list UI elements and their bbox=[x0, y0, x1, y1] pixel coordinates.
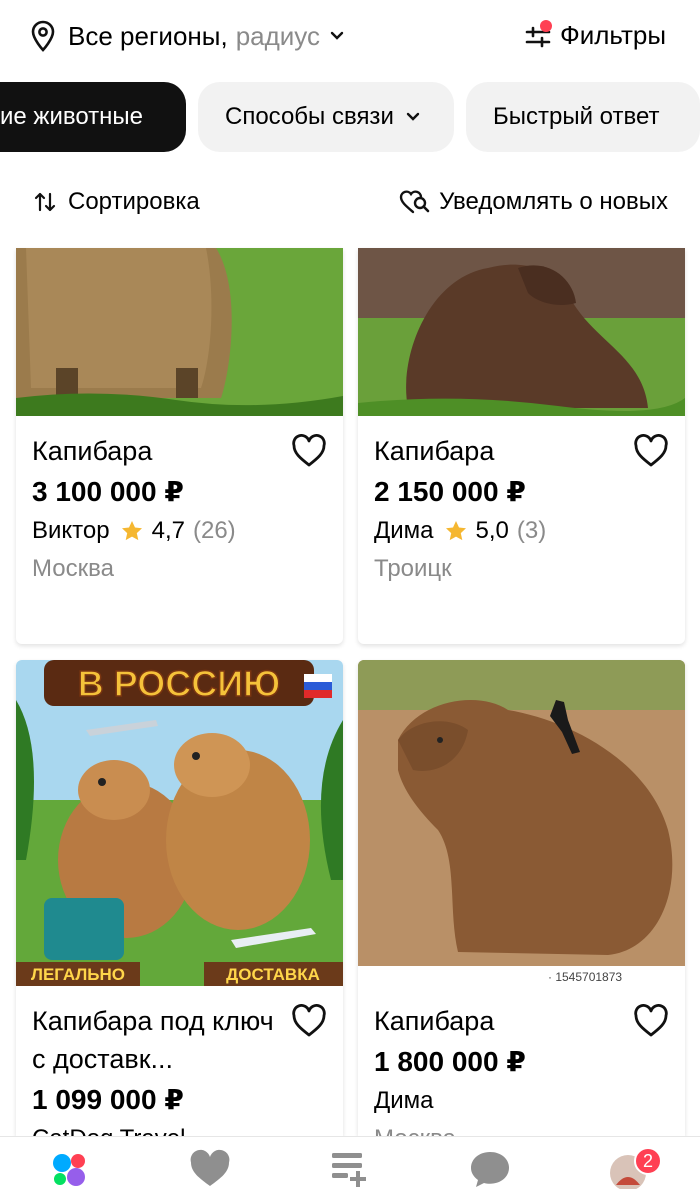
post-ad-icon[interactable] bbox=[328, 1149, 372, 1189]
top-bar: Все регионы, радиус Фильтры bbox=[0, 0, 700, 76]
chip-label: Быстрый ответ bbox=[493, 103, 660, 130]
sort-bar: Сортировка Уведомлять о новых bbox=[0, 180, 700, 230]
listing-photo[interactable] bbox=[358, 248, 685, 416]
bottom-tab-bar bbox=[0, 1136, 700, 1190]
filter-chips: ие животные Способы связи Быстрый ответ bbox=[0, 82, 700, 152]
capybara-ad-illustration: В РОССИЮ ЛЕГАЛЬНО ДОСТАВКА bbox=[16, 660, 343, 986]
favorite-heart-icon[interactable] bbox=[291, 434, 327, 468]
messages-icon[interactable] bbox=[468, 1149, 512, 1189]
chip-contact-methods[interactable]: Способы связи bbox=[198, 82, 454, 152]
listing-title: Капибара под ключ с доставк... bbox=[32, 1006, 274, 1074]
favorites-icon[interactable] bbox=[188, 1149, 232, 1189]
listing-city: Троицк bbox=[374, 555, 452, 582]
listing-title: Капибара bbox=[374, 1006, 495, 1036]
seller-rating: 4,7 bbox=[151, 517, 185, 544]
filters-label: Фильтры bbox=[559, 20, 666, 50]
seller-name: Дима bbox=[374, 517, 434, 544]
listing-price: 1 800 000 ₽ bbox=[374, 1046, 526, 1077]
location-selector[interactable]: Все регионы, радиус bbox=[30, 20, 344, 52]
listing-price: 2 150 000 ₽ bbox=[374, 476, 526, 507]
favorite-heart-icon[interactable] bbox=[291, 1004, 327, 1038]
listing-photo[interactable]: · 1545701873 bbox=[358, 660, 685, 986]
capybara-photo-illustration: · 1545701873 bbox=[358, 660, 685, 986]
sort-icon bbox=[34, 192, 56, 212]
radius-label: радиус bbox=[235, 20, 321, 51]
chevron-down-icon bbox=[330, 31, 344, 40]
chevron-down-icon bbox=[406, 112, 420, 121]
review-count: (26) bbox=[192, 517, 236, 544]
ad-tag-legal: ЛЕГАЛЬНО bbox=[31, 965, 125, 984]
chip-label: ие животные bbox=[0, 103, 144, 130]
chip-quick-reply[interactable]: Быстрый ответ bbox=[466, 82, 700, 152]
home-icon[interactable] bbox=[48, 1149, 92, 1189]
seller-name: Виктор bbox=[32, 517, 110, 544]
notify-new-button[interactable]: Уведомлять о новых bbox=[399, 188, 668, 216]
photo-watermark: · 1545701873 bbox=[548, 970, 622, 984]
star-icon bbox=[121, 521, 142, 541]
listing-photo[interactable]: В РОССИЮ ЛЕГАЛЬНО ДОСТАВКА bbox=[16, 660, 343, 986]
star-icon bbox=[445, 521, 466, 541]
seller-rating: 5,0 bbox=[475, 517, 509, 544]
heart-search-icon bbox=[399, 190, 430, 214]
seller-name: CatDog Travel bbox=[32, 1120, 185, 1136]
filters-button[interactable]: Фильтры bbox=[524, 19, 666, 51]
chip-label: Способы связи bbox=[225, 103, 394, 130]
favorite-heart-icon[interactable] bbox=[633, 434, 669, 468]
notification-badge: 2 bbox=[634, 1147, 662, 1175]
notify-label: Уведомлять о новых bbox=[439, 188, 668, 215]
review-count: (3) bbox=[516, 517, 547, 544]
sort-button[interactable]: Сортировка bbox=[34, 188, 200, 216]
sort-label: Сортировка bbox=[68, 188, 200, 215]
listing-title: Капибара bbox=[32, 436, 153, 466]
listing-price: 1 099 000 ₽ bbox=[32, 1084, 184, 1115]
seller-name: Дима bbox=[374, 1087, 434, 1114]
chip-category[interactable]: ие животные bbox=[0, 82, 186, 152]
listing-city: Москва bbox=[374, 1120, 669, 1136]
location-pin-icon bbox=[31, 20, 55, 52]
listing-title: Капибара bbox=[374, 436, 495, 466]
capybara-photo-illustration bbox=[16, 248, 343, 416]
listing-card[interactable]: · 1545701873 Капибара 1 800 000 ₽ Дима М… bbox=[358, 660, 685, 1136]
filters-active-dot bbox=[539, 19, 552, 32]
favorite-heart-icon[interactable] bbox=[633, 1004, 669, 1038]
listing-card[interactable]: Капибара 3 100 000 ₽ Виктор 4,7 (26) Мос… bbox=[16, 248, 343, 644]
listing-city: Москва bbox=[32, 555, 114, 582]
ad-tag-delivery: ДОСТАВКА bbox=[226, 965, 320, 984]
filters-icon bbox=[524, 19, 554, 50]
location-label: Все регионы, bbox=[68, 20, 228, 51]
listing-price: 3 100 000 ₽ bbox=[32, 476, 184, 507]
ad-banner-text: В РОССИЮ bbox=[78, 663, 281, 704]
listing-photo[interactable] bbox=[16, 248, 343, 416]
listing-card[interactable]: Капибара 2 150 000 ₽ Дима 5,0 (3) Троицк bbox=[358, 248, 685, 644]
capybara-photo-illustration bbox=[358, 248, 685, 416]
listing-card[interactable]: В РОССИЮ ЛЕГАЛЬНО ДОСТАВКА Капибара под … bbox=[16, 660, 343, 1136]
